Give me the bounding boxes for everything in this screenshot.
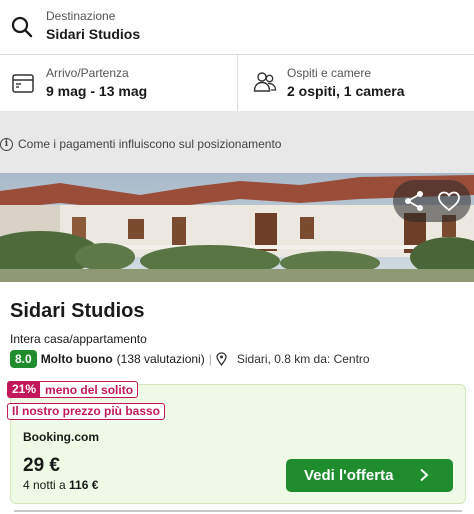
guests-field[interactable]: Ospiti e camere 2 ospiti, 1 camera [239,55,474,111]
dates-label: Arrivo/Partenza [46,66,129,80]
discount-badge: 21% meno del solito [7,381,139,398]
view-deal-button[interactable]: Vedi l'offerta [286,459,453,492]
people-icon [253,72,277,92]
rating-count: (138 valutazioni) [116,352,205,366]
discount-text: meno del solito [45,382,134,397]
rating-score-badge: 8.0 [10,350,37,368]
offer-price: 29 € [23,455,60,476]
discount-percent: 21% [8,382,41,397]
info-text: Come i pagamenti influiscono sul posizio… [18,137,282,151]
next-card-edge [14,510,462,512]
rating-word: Molto buono [40,352,113,366]
view-deal-label: Vedi l'offerta [304,467,394,484]
location-text: Sidari, 0.8 km da: Centro [236,352,370,366]
lowest-price-badge: Il nostro prezzo più basso [7,403,166,420]
share-icon[interactable] [402,189,426,213]
location-pin-icon [216,352,227,366]
calendar-icon [12,74,34,93]
dates-guests-row: Arrivo/Partenza 9 mag - 13 mag Ospiti e … [0,55,474,111]
destination-label: Destinazione [46,9,116,23]
chevron-right-icon [420,468,429,482]
nights-total: 4 notti a 116 € [23,478,98,492]
heart-icon[interactable] [437,189,461,213]
hotel-name[interactable]: Sidari Studios [10,300,144,323]
destination-search-field[interactable]: Destinazione Sidari Studios [0,0,474,55]
dates-value: 9 mag - 13 mag [46,83,148,99]
guests-value: 2 ospiti, 1 camera [287,83,405,99]
separator: | [208,352,212,366]
dates-field[interactable]: Arrivo/Partenza 9 mag - 13 mag [0,55,238,111]
info-icon: i [0,137,13,151]
photo-actions [393,180,471,222]
payment-ranking-info-link[interactable]: i Come i pagamenti influiscono sul posiz… [0,136,281,152]
accommodation-type: Intera casa/appartamento [10,332,147,346]
guests-label: Ospiti e camere [287,66,372,80]
rating-row: 8.0 Molto buono (138 valutazioni) | Sida… [10,350,370,368]
destination-value: Sidari Studios [46,26,141,42]
search-icon [11,16,33,38]
offer-provider: Booking.com [23,430,100,444]
nights-total-price: 116 € [69,478,99,492]
nights-prefix: 4 notti a [23,478,66,492]
